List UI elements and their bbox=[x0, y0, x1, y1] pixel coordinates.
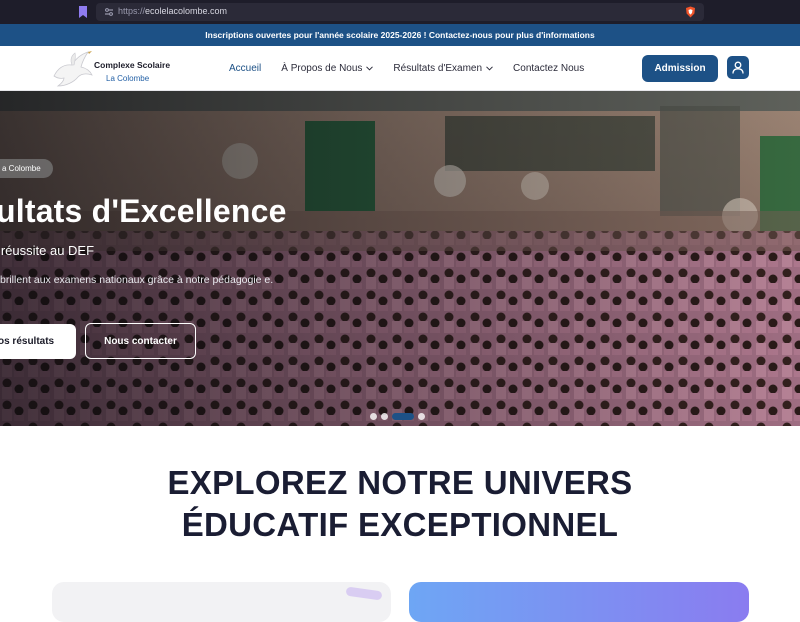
nav-item-contactez[interactable]: Contactez Nous bbox=[513, 63, 584, 74]
feature-card-left[interactable] bbox=[52, 582, 391, 622]
slider-dots bbox=[370, 413, 425, 420]
slider-dot-active[interactable] bbox=[392, 413, 414, 420]
dove-logo-icon bbox=[53, 51, 93, 87]
slider-dot[interactable] bbox=[381, 413, 388, 420]
hero-overlay bbox=[0, 91, 800, 426]
admission-button[interactable]: Admission bbox=[642, 55, 718, 82]
nav-item-accueil[interactable]: Accueil bbox=[229, 63, 261, 74]
contact-us-button[interactable]: Nous contacter bbox=[85, 323, 196, 359]
view-results-button[interactable]: nos résultats bbox=[0, 324, 76, 359]
hero-slider: a Colombe sultats d'Excellence e réussit… bbox=[0, 91, 800, 426]
chevron-down-icon bbox=[366, 66, 374, 71]
slider-dot[interactable] bbox=[370, 413, 377, 420]
hero-subtitle: e réussite au DEF bbox=[0, 243, 95, 258]
url-text: https://ecolelacolombe.com bbox=[118, 6, 228, 16]
brave-shield-icon[interactable] bbox=[685, 6, 696, 18]
account-button[interactable] bbox=[727, 56, 749, 79]
user-icon bbox=[732, 61, 744, 74]
announcement-text: Inscriptions ouvertes pour l'année scola… bbox=[205, 30, 595, 40]
feature-card-right[interactable] bbox=[409, 582, 749, 622]
nav-item-resultats[interactable]: Résultats d'Examen bbox=[393, 63, 493, 74]
slider-dot[interactable] bbox=[418, 413, 425, 420]
site-header: Complexe Scolaire La Colombe Accueil À P… bbox=[0, 46, 800, 91]
hero-badge: a Colombe bbox=[0, 159, 53, 178]
announcement-bar: Inscriptions ouvertes pour l'année scola… bbox=[0, 24, 800, 46]
logo-subname: La Colombe bbox=[106, 74, 150, 83]
main-nav: Accueil À Propos de Nous Résultats d'Exa… bbox=[229, 46, 604, 91]
logo-name: Complexe Scolaire bbox=[94, 60, 171, 70]
site-settings-icon[interactable] bbox=[104, 7, 114, 17]
explore-heading: EXPLOREZ NOTRE UNIVERS ÉDUCATIF EXCEPTIO… bbox=[167, 464, 633, 543]
chevron-down-icon bbox=[486, 66, 493, 71]
nav-item-a-propos[interactable]: À Propos de Nous bbox=[281, 63, 374, 74]
bookmark-icon[interactable] bbox=[78, 6, 88, 18]
address-bar[interactable]: https://ecolelacolombe.com bbox=[96, 3, 704, 21]
site-logo[interactable]: Complexe Scolaire La Colombe bbox=[48, 46, 178, 91]
hero-description: es brillent aux examens nationaux grâce … bbox=[0, 274, 274, 286]
hero-title: sultats d'Excellence bbox=[0, 193, 287, 229]
browser-toolbar: https://ecolelacolombe.com bbox=[0, 0, 800, 24]
